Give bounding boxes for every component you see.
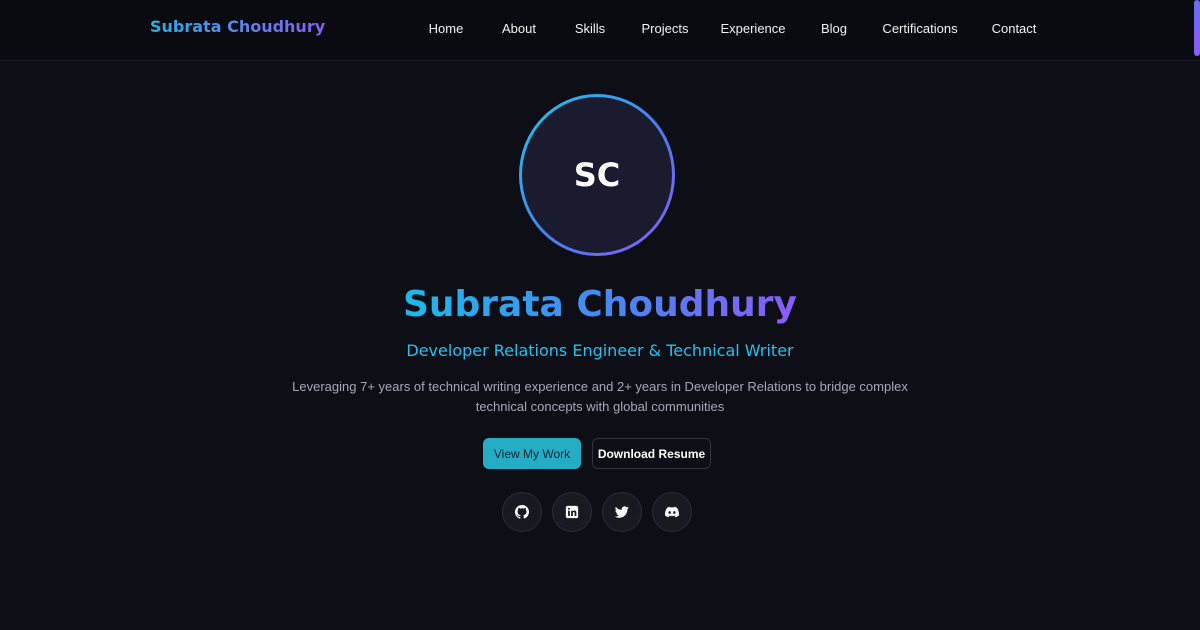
nav-link-home[interactable]: Home [429, 21, 464, 36]
linkedin-icon [565, 505, 579, 519]
navbar: Subrata Choudhury Home About Skills Proj… [0, 0, 1200, 61]
avatar-initials: SC [522, 97, 672, 253]
nav-link-skills[interactable]: Skills [575, 21, 605, 36]
discord-icon [665, 506, 679, 518]
twitter-icon [615, 506, 629, 518]
hero-name: Subrata Choudhury [0, 283, 1200, 327]
linkedin-link[interactable] [552, 492, 592, 532]
nav-link-contact[interactable]: Contact [992, 21, 1037, 36]
brand-logo[interactable]: Subrata Choudhury [150, 17, 325, 36]
download-resume-button[interactable]: Download Resume [592, 438, 711, 469]
github-icon [515, 505, 529, 519]
view-my-work-button[interactable]: View My Work [483, 438, 581, 469]
hero-description: Leveraging 7+ years of technical writing… [292, 379, 908, 414]
nav-link-about[interactable]: About [502, 21, 536, 36]
hero-role: Developer Relations Engineer & Technical… [406, 341, 794, 360]
nav-link-blog[interactable]: Blog [821, 21, 847, 36]
twitter-link[interactable] [602, 492, 642, 532]
github-link[interactable] [502, 492, 542, 532]
discord-link[interactable] [652, 492, 692, 532]
hero-name-text: Subrata Choudhury [402, 284, 798, 325]
scrollbar-thumb[interactable] [1194, 0, 1200, 56]
nav-link-experience[interactable]: Experience [720, 21, 785, 36]
nav-link-projects[interactable]: Projects [642, 21, 689, 36]
avatar: SC [519, 94, 675, 256]
nav-link-certifications[interactable]: Certifications [882, 21, 957, 36]
